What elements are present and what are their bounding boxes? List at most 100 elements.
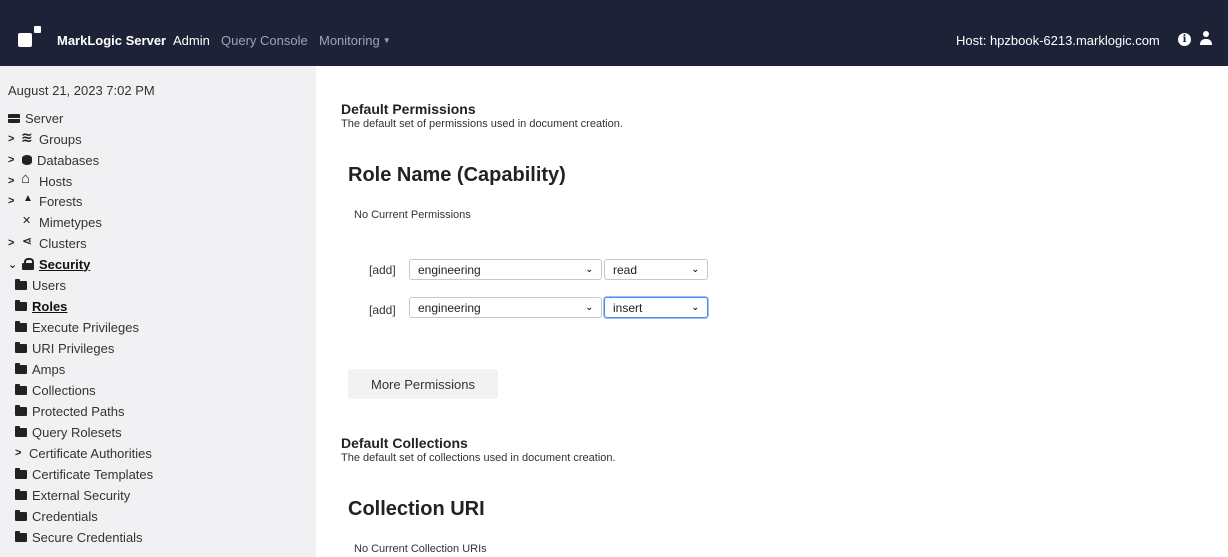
- tree-item-secure-credentials[interactable]: Secure Credentials: [15, 529, 143, 545]
- tree-item-label: Secure Credentials: [32, 529, 143, 545]
- tree-item-label: Databases: [37, 152, 100, 168]
- tree-item-label: Hosts: [39, 173, 73, 189]
- add-permission-link[interactable]: [add]: [369, 303, 396, 317]
- tree-item-security[interactable]: ⌄ Security: [8, 256, 90, 272]
- folder-icon: [15, 299, 27, 311]
- brand-name[interactable]: MarkLogic Server: [57, 33, 166, 48]
- tree-item-label: Protected Paths: [32, 403, 125, 419]
- tree-item-label: Mimetypes: [39, 214, 102, 230]
- add-permission-link[interactable]: [add]: [369, 263, 396, 277]
- folder-icon: [15, 383, 27, 395]
- chevron-right-icon[interactable]: >: [8, 154, 22, 166]
- caret-down-icon: ▼: [382, 36, 391, 45]
- tree-item-label: Forests: [39, 193, 83, 209]
- tree-item-groups[interactable]: > Groups: [8, 129, 82, 147]
- folder-icon: [15, 488, 27, 500]
- tree-item-amps[interactable]: Amps: [15, 361, 65, 377]
- folder-icon: [15, 509, 27, 521]
- tree-item-uri-privileges[interactable]: URI Privileges: [15, 340, 114, 356]
- tree-item-mimetypes[interactable]: Mimetypes: [22, 214, 102, 230]
- tree-item-label: Roles: [32, 298, 68, 314]
- role-name-heading: Role Name (Capability): [348, 164, 566, 186]
- sidebar: August 21, 2023 7:02 PM Server > Groups …: [0, 66, 316, 557]
- tree-item-label: Credentials: [32, 508, 98, 524]
- nav-query-console[interactable]: Query Console: [221, 33, 308, 48]
- chevron-right-icon[interactable]: >: [8, 195, 22, 207]
- marklogic-logo-icon[interactable]: [18, 26, 44, 52]
- tree-item-label: Security: [39, 256, 91, 272]
- tree-item-hosts[interactable]: > Hosts: [8, 170, 73, 189]
- more-permissions-button[interactable]: More Permissions: [348, 369, 498, 399]
- default-permissions-description: The default set of permissions used in d…: [341, 118, 623, 130]
- database-icon: [22, 155, 32, 165]
- share-icon: [22, 234, 34, 248]
- host-icon: [21, 170, 34, 187]
- tree-item-label: Execute Privileges: [32, 319, 139, 335]
- chevron-right-icon[interactable]: >: [15, 447, 29, 459]
- chevron-right-icon[interactable]: >: [8, 133, 22, 145]
- tree-item-protected-paths[interactable]: Protected Paths: [15, 403, 125, 419]
- nav-monitoring-label: Monitoring: [319, 33, 380, 48]
- capability-select[interactable]: read ⌄: [604, 259, 708, 280]
- user-icon[interactable]: [1200, 31, 1212, 46]
- folder-icon: [15, 278, 27, 290]
- tree-item-collections[interactable]: Collections: [15, 382, 96, 398]
- chevron-down-icon[interactable]: ⌄: [8, 258, 22, 271]
- no-collections-note: No Current Collection URIs: [354, 543, 487, 555]
- chevron-down-icon: ⌄: [691, 264, 699, 274]
- lock-icon: [22, 257, 34, 270]
- tree-item-label: Certificate Templates: [32, 466, 154, 482]
- tree-item-label: Users: [32, 277, 66, 293]
- tree-icon: [22, 193, 34, 206]
- tree-item-credentials[interactable]: Credentials: [15, 508, 98, 524]
- chevron-down-icon: ⌄: [691, 302, 699, 312]
- folder-icon: [15, 404, 27, 416]
- role-select[interactable]: engineering ⌄: [409, 259, 602, 280]
- tree-item-clusters[interactable]: > Clusters: [8, 234, 87, 251]
- tree-item-label: Certificate Authorities: [29, 445, 152, 461]
- tree-item-label: Query Rolesets: [32, 424, 122, 440]
- capability-select-value: insert: [613, 300, 643, 315]
- folder-icon: [15, 320, 27, 332]
- server-icon: [8, 113, 20, 123]
- role-select-value: engineering: [418, 262, 481, 277]
- tree-item-label: Clusters: [39, 235, 87, 251]
- tree-item-execute-privileges[interactable]: Execute Privileges: [15, 319, 139, 335]
- role-select[interactable]: engineering ⌄: [409, 297, 602, 318]
- tree-item-users[interactable]: Users: [15, 277, 66, 293]
- info-icon[interactable]: i: [1178, 33, 1191, 46]
- mimetype-icon: [22, 214, 34, 227]
- tree-item-certificate-templates[interactable]: Certificate Templates: [15, 466, 153, 482]
- folder-icon: [15, 467, 27, 479]
- chevron-down-icon: ⌄: [585, 302, 593, 312]
- role-select-value: engineering: [418, 300, 481, 315]
- default-collections-description: The default set of collections used in d…: [341, 452, 616, 464]
- tree-item-server[interactable]: Server: [8, 110, 63, 126]
- no-permissions-note: No Current Permissions: [354, 209, 471, 221]
- tree-item-query-rolesets[interactable]: Query Rolesets: [15, 424, 122, 440]
- folder-icon: [15, 341, 27, 353]
- tree-item-roles[interactable]: Roles: [15, 298, 67, 314]
- tree-item-external-security[interactable]: External Security: [15, 487, 130, 503]
- tree-item-label: External Security: [32, 487, 131, 503]
- tree-item-label: Amps: [32, 361, 66, 377]
- capability-select-value: read: [613, 262, 638, 277]
- default-collections-title: Default Collections: [341, 435, 468, 451]
- tree-item-label: Groups: [39, 131, 82, 147]
- folder-icon: [15, 530, 27, 542]
- folder-icon: [15, 362, 27, 374]
- nav-monitoring[interactable]: Monitoring ▼: [319, 33, 391, 48]
- top-navbar: MarkLogic Server Admin Query Console Mon…: [0, 0, 1228, 66]
- tree-item-forests[interactable]: > Forests: [8, 193, 82, 209]
- tree-item-certificate-authorities[interactable]: > Certificate Authorities: [15, 445, 152, 461]
- tree-item-label: Collections: [32, 382, 96, 398]
- nav-admin[interactable]: Admin: [173, 33, 210, 48]
- collection-uri-heading: Collection URI: [348, 498, 485, 520]
- chevron-right-icon[interactable]: >: [8, 237, 22, 249]
- capability-select[interactable]: insert ⌄: [604, 297, 708, 318]
- tree-item-databases[interactable]: > Databases: [8, 152, 99, 168]
- host-label: Host: hpzbook-6213.marklogic.com: [956, 33, 1160, 48]
- sidebar-date: August 21, 2023 7:02 PM: [8, 83, 155, 98]
- layers-icon: [21, 129, 34, 146]
- chevron-right-icon[interactable]: >: [8, 175, 22, 187]
